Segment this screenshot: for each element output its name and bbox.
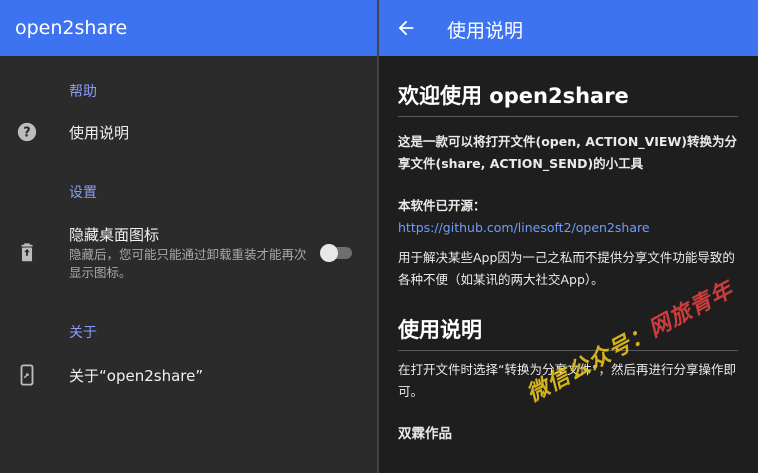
settings-app-bar: open2share (0, 0, 377, 56)
trash-icon (21, 243, 33, 262)
svg-text:?: ? (23, 126, 30, 141)
repo-link[interactable]: https://github.com/linesoft2/open2share (398, 217, 743, 239)
back-arrow-icon (398, 20, 414, 36)
intro-text: 这是一款可以将打开文件(open, ACTION_VIEW)转换为分享文件(sh… (398, 134, 737, 171)
author-text: 双霖作品 (398, 426, 452, 442)
help-title: 使用说明 (447, 20, 524, 42)
open-source-label: 本软件已开源： (398, 198, 486, 213)
help-icon: ? (17, 122, 37, 142)
help-screen: 使用说明 欢迎使用 open2share 这是一款可以将打开文件(open, A… (379, 0, 758, 473)
settings-screen: open2share 帮助 ? 使用说明 设置 隐藏桌面图标 隐藏后，您可能只能… (0, 0, 377, 473)
back-button[interactable] (393, 15, 419, 41)
hide-icon-switch[interactable] (320, 244, 352, 262)
section-header-about: 关于 (69, 325, 97, 341)
switch-thumb (320, 244, 338, 262)
help-app-bar: 使用说明 (379, 0, 758, 56)
pref-hide-icon-title: 隐藏桌面图标 (69, 226, 160, 244)
purpose-text: 用于解决某些App因为一己之私而不提供分享文件功能导致的各种不便（如某讯的两大社… (398, 250, 735, 287)
section-header-settings: 设置 (69, 185, 97, 201)
welcome-heading: 欢迎使用 open2share (398, 80, 738, 117)
pref-hide-icon-summary: 隐藏后，您可能只能通过卸载重装才能再次显示图标。 (69, 247, 307, 280)
section-header-help: 帮助 (69, 84, 97, 100)
pref-usage-title: 使用说明 (69, 124, 130, 142)
app-title: open2share (15, 17, 128, 39)
pref-about-title: 关于“open2share” (69, 367, 204, 385)
phone-icon (20, 364, 34, 386)
